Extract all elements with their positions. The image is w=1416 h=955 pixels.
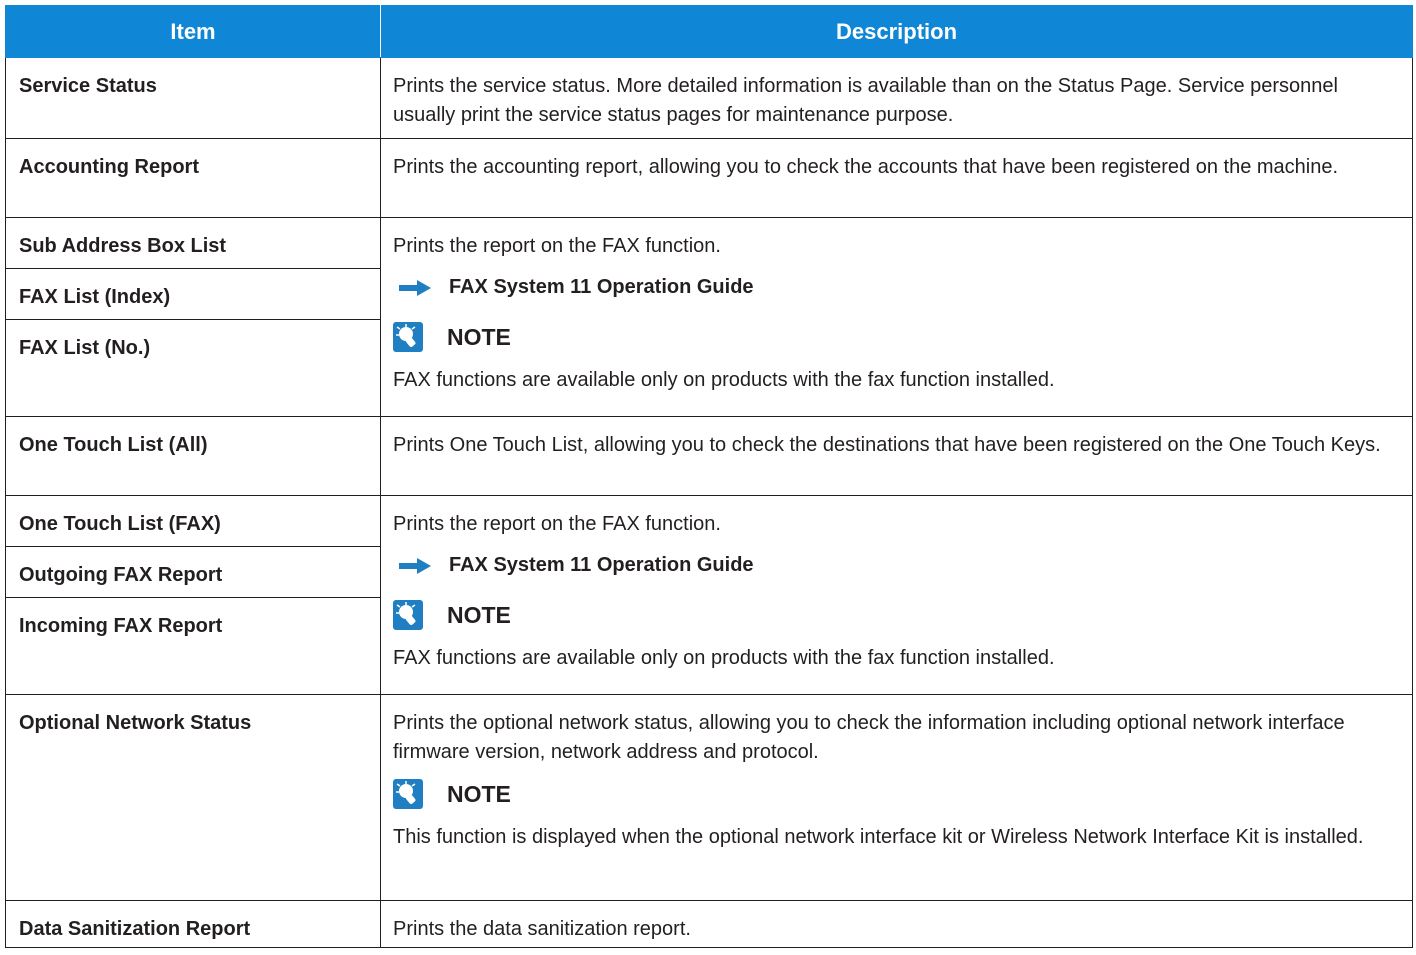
description-text: Prints the service status. More detailed… [393,75,1338,126]
item-cell: FAX List (No.) [5,319,381,417]
description-cell: Prints the report on the FAX function. F… [380,217,1413,417]
description-cell: Prints the data sanitization report. [380,900,1413,948]
item-cell: Optional Network Status [5,694,381,901]
description-text: Prints the optional network status, allo… [393,712,1345,763]
reference-link[interactable]: FAX System 11 Operation Guide [399,551,1398,580]
note-text: This function is displayed when the opti… [393,826,1364,848]
header-description: Description [380,5,1413,58]
description-cell: Prints One Touch List, allowing you to c… [380,416,1413,496]
item-cell: Accounting Report [5,138,381,218]
description-text: Prints the report on the FAX function. [393,513,721,535]
item-cell: One Touch List (All) [5,416,381,496]
item-cell: Data Sanitization Report [5,900,381,948]
item-cell: FAX List (Index) [5,268,381,320]
reference-text: FAX System 11 Operation Guide [449,554,754,576]
table-row: One Touch List (FAX) Prints the report o… [5,495,1413,695]
header-item: Item [5,5,381,58]
note-text: FAX functions are available only on prod… [393,369,1055,391]
note-heading: NOTE [393,779,1398,809]
description-text: Prints the report on the FAX function. [393,235,721,257]
description-cell: Prints the report on the FAX function. F… [380,495,1413,695]
item-cell: Outgoing FAX Report [5,546,381,598]
arrow-right-icon [399,557,431,574]
table-header-row: Item Description [5,5,1413,58]
note-title: NOTE [447,601,511,628]
item-cell: Sub Address Box List [5,217,381,269]
table-row: Sub Address Box List Prints the report o… [5,217,1413,417]
item-cell: One Touch List (FAX) [5,495,381,547]
table-row: Service Status Prints the service status… [5,57,1413,139]
settings-table: Item Description Service Status Prints t… [5,5,1413,948]
note-heading: NOTE [393,600,1398,630]
table-row: Accounting Report Prints the accounting … [5,138,1413,218]
note-heading: NOTE [393,322,1398,352]
table-row: Optional Network Status Prints the optio… [5,694,1413,901]
lightbulb-icon [393,779,423,809]
note-title: NOTE [447,780,511,807]
description-text: Prints the accounting report, allowing y… [393,156,1339,178]
note-title: NOTE [447,323,511,350]
description-cell: Prints the accounting report, allowing y… [380,138,1413,218]
reference-text: FAX System 11 Operation Guide [449,276,754,298]
lightbulb-icon [393,322,423,352]
arrow-right-icon [399,279,431,296]
description-text: Prints One Touch List, allowing you to c… [393,434,1381,456]
item-cell: Service Status [5,57,381,139]
reference-link[interactable]: FAX System 11 Operation Guide [399,273,1398,302]
description-cell: Prints the optional network status, allo… [380,694,1413,901]
lightbulb-icon [393,600,423,630]
table-row: One Touch List (All) Prints One Touch Li… [5,416,1413,496]
description-text: Prints the data sanitization report. [393,918,691,940]
table-row: Data Sanitization Report Prints the data… [5,900,1413,948]
description-cell: Prints the service status. More detailed… [380,57,1413,139]
item-cell: Incoming FAX Report [5,597,381,695]
note-text: FAX functions are available only on prod… [393,647,1055,669]
